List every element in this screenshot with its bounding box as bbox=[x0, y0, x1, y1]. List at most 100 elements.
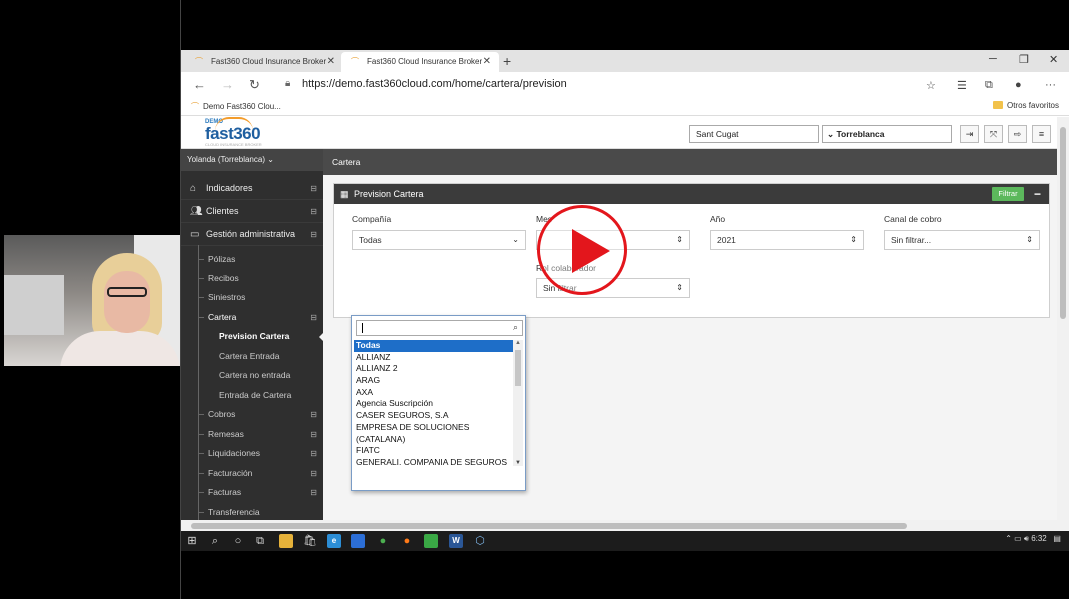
sidebar-item-transferencia[interactable]: Transferencia bbox=[181, 503, 323, 520]
sidebar-item-clientes[interactable]: 👥︎ Clientes ⊟ bbox=[181, 200, 323, 223]
sidebar-item-cartera-no-entrada[interactable]: Cartera no entrada bbox=[181, 366, 323, 385]
dropdown-scrollbar[interactable]: ▲ ▼ bbox=[513, 340, 523, 466]
expand-icon: ⊟ bbox=[310, 207, 317, 216]
breadcrumb: Cartera bbox=[323, 149, 1057, 175]
minimize-icon[interactable]: ─ bbox=[989, 53, 997, 65]
browser-tab-2[interactable]: ⌒ Fast360 Cloud Insurance Broker ✕ bbox=[341, 52, 499, 72]
compania-select[interactable]: Todas ⌄ bbox=[352, 230, 526, 250]
video-play-button[interactable] bbox=[537, 205, 627, 295]
monitor-icon: ▭ bbox=[190, 229, 200, 240]
sidebar-item-cartera[interactable]: Cartera ⊟ bbox=[181, 308, 323, 327]
office-select[interactable]: Sant Cugat bbox=[689, 125, 819, 143]
dropdown-option[interactable]: ARAG bbox=[354, 375, 514, 387]
dropdown-option[interactable]: Agencia Suscripción bbox=[354, 398, 514, 410]
browser-tab-1[interactable]: ⌒ Fast360 Cloud Insurance Broker ✕ bbox=[185, 52, 343, 72]
dropdown-option[interactable]: Todas bbox=[354, 340, 514, 352]
search-icon[interactable]: ⌕ bbox=[208, 534, 222, 548]
fast360-logo[interactable]: DEMO fast360 CLOUD INSURANCE BROKER bbox=[205, 117, 262, 147]
add-favorite-icon[interactable]: ☆ bbox=[926, 79, 936, 92]
close-tab-icon[interactable]: ✕ bbox=[483, 52, 491, 72]
more-icon[interactable]: ··· bbox=[1045, 79, 1056, 91]
store-icon[interactable]: 🛍︎ bbox=[303, 534, 317, 548]
expand-icon: ⊟ bbox=[310, 469, 317, 478]
other-favorites[interactable]: Otros favoritos bbox=[992, 101, 1059, 110]
app-icon[interactable] bbox=[424, 534, 438, 548]
windows-start-icon[interactable]: ⊞ bbox=[185, 534, 199, 548]
compania-label: Compañía bbox=[352, 214, 392, 224]
dropdown-option[interactable]: ALLIANZ bbox=[354, 352, 514, 364]
dropdown-option[interactable]: EMPRESA DE SOLUCIONES bbox=[354, 422, 514, 434]
scroll-thumb[interactable] bbox=[1060, 127, 1066, 319]
cortana-icon[interactable]: ○ bbox=[231, 534, 245, 548]
close-window-icon[interactable]: ✕ bbox=[1049, 53, 1058, 66]
sidebar-item-facturas[interactable]: Facturas ⊟ bbox=[181, 483, 323, 502]
sidebar-item-entrada-de-cartera[interactable]: Entrada de Cartera bbox=[181, 386, 323, 405]
firefox-icon[interactable]: ● bbox=[400, 534, 414, 548]
word-icon[interactable]: W bbox=[449, 534, 463, 548]
sidebar-item-facturacion[interactable]: Facturación ⊟ bbox=[181, 464, 323, 483]
task-view-icon[interactable]: ⧉ bbox=[253, 534, 267, 548]
url-field[interactable]: 🔒︎ https://demo.fast360cloud.com/home/ca… bbox=[275, 76, 975, 94]
new-tab-icon[interactable]: + bbox=[503, 52, 511, 70]
favicon-icon: ⌒ bbox=[351, 57, 359, 66]
restore-icon[interactable]: ❐ bbox=[1019, 53, 1029, 66]
collections-icon[interactable]: ⧉ bbox=[985, 79, 993, 92]
sidebar-item-indicadores[interactable]: ⌂ Indicadores ⊟ bbox=[181, 177, 323, 200]
page-vertical-scrollbar[interactable] bbox=[1057, 117, 1069, 531]
sidebar-item-polizas[interactable]: Pólizas bbox=[181, 250, 323, 269]
anio-select[interactable]: 2021 ⇕ bbox=[710, 230, 864, 250]
sidebar-item-siniestros[interactable]: Siniestros bbox=[181, 288, 323, 307]
user-menu[interactable]: Yolanda (Torreblanca) ⌄ bbox=[181, 149, 323, 171]
forward-icon[interactable]: → bbox=[221, 77, 234, 92]
user-select[interactable]: ⌄ Torreblanca bbox=[822, 125, 952, 143]
scroll-up-icon[interactable]: ▲ bbox=[515, 340, 521, 346]
dropdown-option[interactable]: GENERALI, COMPANIA DE SEGUROS bbox=[354, 457, 514, 465]
sidebar-item-cobros[interactable]: Cobros ⊟ bbox=[181, 405, 323, 424]
scroll-down-icon[interactable]: ▼ bbox=[515, 460, 521, 466]
collapse-panel-button[interactable]: − bbox=[1034, 184, 1041, 204]
dropdown-search-input[interactable]: ⌕ bbox=[356, 320, 523, 336]
dropdown-option[interactable]: AXA bbox=[354, 387, 514, 399]
mail-icon[interactable] bbox=[351, 534, 365, 548]
sidebar: Yolanda (Torreblanca) ⌄ ⌂ Indicadores ⊟ … bbox=[181, 149, 324, 520]
sort-arrows-icon: ⇕ bbox=[676, 283, 683, 292]
dropdown-option[interactable]: CASER SEGUROS, S.A bbox=[354, 410, 514, 422]
text-caret bbox=[362, 323, 363, 333]
sidebar-item-remesas[interactable]: Remesas ⊟ bbox=[181, 425, 323, 444]
back-icon[interactable]: ← bbox=[193, 77, 206, 92]
filter-button[interactable]: Filtrar bbox=[992, 187, 1024, 201]
sidebar-item-cartera-entrada[interactable]: Cartera Entrada bbox=[181, 347, 323, 366]
favicon-icon: ⌒ bbox=[191, 102, 199, 111]
dropdown-options: Todas ALLIANZ ALLIANZ 2 ARAG AXA Agencia… bbox=[354, 340, 514, 465]
logout-icon-button[interactable]: ⇨ bbox=[1008, 125, 1027, 143]
active-indicator bbox=[319, 332, 324, 342]
canal-cobro-select[interactable]: Sin filtrar... ⇕ bbox=[884, 230, 1040, 250]
close-tab-icon[interactable]: ✕ bbox=[327, 52, 335, 72]
refresh-icon[interactable]: ↻ bbox=[249, 77, 260, 93]
sidebar-item-liquidaciones[interactable]: Liquidaciones ⊟ bbox=[181, 444, 323, 463]
scroll-thumb[interactable] bbox=[191, 523, 907, 529]
sidebar-item-recibos[interactable]: Recibos bbox=[181, 269, 323, 288]
system-tray[interactable]: ⌃ ▭ 🔊︎ 6:32 ▤ bbox=[1005, 534, 1061, 544]
login-icon-button[interactable]: ⇥ bbox=[960, 125, 979, 143]
favorite-demo-link[interactable]: ⌒ Demo Fast360 Clou... bbox=[191, 101, 281, 112]
file-explorer-icon[interactable] bbox=[279, 534, 293, 548]
app-viewport: DEMO fast360 CLOUD INSURANCE BROKER Sant… bbox=[181, 117, 1057, 520]
dropdown-option[interactable]: (CATALANA) bbox=[354, 434, 514, 446]
sidebar-item-prevision-cartera[interactable]: Prevision Cartera bbox=[181, 327, 324, 346]
chrome-icon[interactable]: ● bbox=[376, 534, 390, 548]
menu-icon-button[interactable]: ≡ bbox=[1032, 125, 1051, 143]
app-icon[interactable]: ⬡ bbox=[473, 534, 487, 548]
dropdown-option[interactable]: ALLIANZ 2 bbox=[354, 363, 514, 375]
scroll-thumb[interactable] bbox=[515, 350, 521, 386]
sort-arrows-icon: ⇕ bbox=[850, 235, 857, 244]
fullscreen-icon-button[interactable]: ⤧ bbox=[984, 125, 1003, 143]
page-horizontal-scrollbar[interactable] bbox=[181, 520, 1057, 531]
dropdown-option[interactable]: FIATC bbox=[354, 445, 514, 457]
sidebar-item-gestion-administrativa[interactable]: ▭ Gestión administrativa ⊟ bbox=[181, 223, 323, 246]
play-icon bbox=[572, 229, 610, 273]
favorites-icon[interactable]: ☰ bbox=[957, 79, 967, 92]
edge-icon[interactable]: e bbox=[327, 534, 341, 548]
sort-arrows-icon: ⇕ bbox=[676, 235, 683, 244]
profile-icon[interactable]: ● bbox=[1015, 79, 1022, 91]
